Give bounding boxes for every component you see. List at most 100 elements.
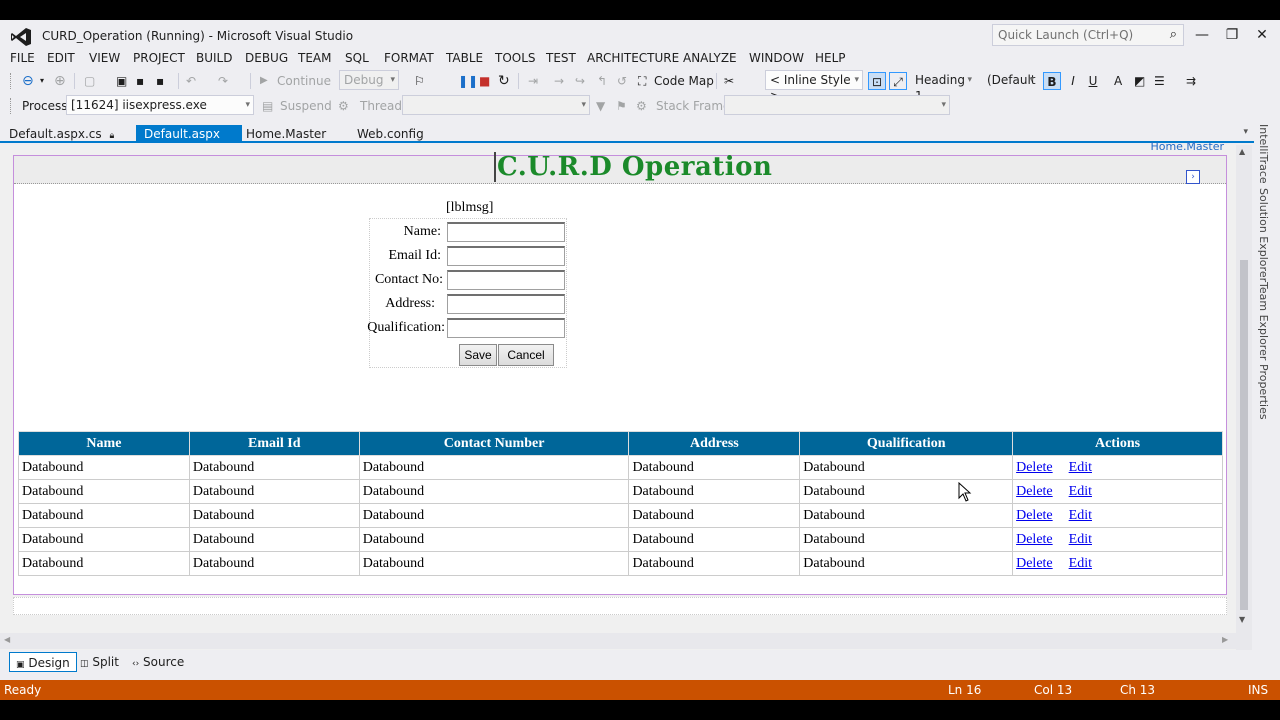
step-out-icon[interactable]: ↰ <box>597 72 607 90</box>
menu-format[interactable]: FORMAT <box>384 51 434 65</box>
block-format-select[interactable]: Heading 1 ▾ <box>910 70 976 103</box>
forward-icon[interactable]: ⊕ <box>54 72 66 90</box>
undo-icon[interactable]: ↶ <box>186 72 196 90</box>
edit-link[interactable]: Edit <box>1069 532 1092 547</box>
suspend-button[interactable]: Suspend <box>280 97 332 115</box>
tab-team-explorer[interactable]: Team Explorer <box>1257 282 1270 360</box>
edit-link[interactable]: Edit <box>1069 484 1092 499</box>
toolbar-grip[interactable] <box>10 98 13 114</box>
underline-button[interactable]: U <box>1086 72 1100 90</box>
scroll-up-icon[interactable]: ▲ <box>1239 147 1245 156</box>
code-map-icon[interactable]: ⛶ <box>638 72 646 90</box>
tabs-dropdown-icon[interactable]: ▾ <box>1243 127 1248 137</box>
target-rule-select[interactable]: < Inline Style > ▾ <box>765 70 863 103</box>
horizontal-scrollbar[interactable]: ◀ ▶ <box>0 633 1236 649</box>
tab-design[interactable]: ▣ Design <box>9 652 77 672</box>
step-into-icon[interactable]: → <box>554 72 564 90</box>
lifecycle-icon[interactable]: ▤ <box>262 97 273 115</box>
code-map-button[interactable]: Code Map <box>654 72 714 90</box>
refresh-icon[interactable]: ↺ <box>617 72 627 90</box>
italic-button[interactable]: I <box>1066 72 1080 90</box>
open-file-icon[interactable]: ▣ <box>116 72 127 90</box>
save-button[interactable]: Save <box>459 344 497 366</box>
indent-icon[interactable]: ⇉ <box>1186 72 1196 90</box>
tab-solution-explorer[interactable]: Solution Explorer <box>1257 188 1270 282</box>
menu-architecture[interactable]: ARCHITECTURE <box>587 51 679 65</box>
flag-icon[interactable]: ⚑ <box>616 97 627 115</box>
stop-debugging-icon[interactable]: ■ <box>479 72 490 90</box>
format-icon[interactable]: ✂ <box>724 72 734 90</box>
smart-tag-icon[interactable]: › <box>1186 170 1200 184</box>
delete-link[interactable]: Delete <box>1016 556 1053 571</box>
attach-style-sheet-icon[interactable]: ⤢ <box>889 72 907 90</box>
stack-frame-select[interactable]: ▾ <box>724 95 950 115</box>
restart-icon[interactable]: ↻ <box>498 72 510 90</box>
tab-home-master[interactable]: Home.Master <box>238 125 334 143</box>
tab-default-aspx-cs[interactable]: Default.aspx.cs 🔒︎ <box>1 125 122 143</box>
tab-split[interactable]: ◫ Split <box>74 652 125 672</box>
solution-config-select[interactable]: Debug ▾ <box>339 70 399 90</box>
font-color-icon[interactable]: A <box>1114 72 1122 90</box>
bold-button[interactable]: B <box>1043 72 1061 90</box>
filter-icon[interactable]: ▼ <box>596 97 605 115</box>
tab-web-config[interactable]: Web.config <box>349 125 432 143</box>
continue-button[interactable]: Continue <box>277 72 331 90</box>
quick-launch-input[interactable]: Quick Launch (Ctrl+Q) ⌕ <box>992 24 1184 46</box>
thread-select[interactable]: ▾ <box>402 95 590 115</box>
restore-button[interactable]: ❐ <box>1222 25 1242 45</box>
back-dropdown-icon[interactable]: ▾ <box>40 72 44 90</box>
menu-team[interactable]: TEAM <box>298 51 331 65</box>
name-input[interactable] <box>447 222 565 242</box>
menu-debug[interactable]: DEBUG <box>245 51 288 65</box>
tab-intellitrace[interactable]: IntelliTrace <box>1257 124 1270 184</box>
close-button[interactable]: ✕ <box>1252 25 1272 45</box>
scroll-right-icon[interactable]: ▶ <box>1222 635 1228 644</box>
show-next-statement-icon[interactable]: ⇥ <box>528 72 538 90</box>
edit-link[interactable]: Edit <box>1069 556 1092 571</box>
master-content-region[interactable]: Home.Master C.U.R.D Operation › [lblmsg]… <box>13 140 1227 595</box>
toolbar-grip[interactable] <box>10 73 13 89</box>
edit-link[interactable]: Edit <box>1069 460 1092 475</box>
delete-link[interactable]: Delete <box>1016 508 1053 523</box>
qualification-input[interactable] <box>447 318 565 338</box>
font-name-select[interactable]: (Default ▾ <box>982 70 1038 90</box>
menu-table[interactable]: TABLE <box>446 51 483 65</box>
menu-analyze[interactable]: ANALYZE <box>683 51 737 65</box>
delete-link[interactable]: Delete <box>1016 484 1053 499</box>
menu-project[interactable]: PROJECT <box>133 51 185 65</box>
break-all-icon[interactable]: ❚❚ <box>458 72 478 90</box>
menu-tools[interactable]: TOOLS <box>495 51 536 65</box>
delete-link[interactable]: Delete <box>1016 460 1053 475</box>
tab-source[interactable]: ‹› Source <box>126 652 190 672</box>
new-project-icon[interactable]: ▢ <box>84 72 95 90</box>
step-over-icon[interactable]: ↪ <box>575 72 585 90</box>
address-input[interactable] <box>447 294 565 314</box>
save-all-icon[interactable]: ▪ <box>156 72 164 90</box>
vertical-scroll-thumb[interactable] <box>1240 260 1248 610</box>
attach-icon[interactable]: ⚐ <box>414 72 425 90</box>
redo-icon[interactable]: ↷ <box>218 72 228 90</box>
menu-view[interactable]: VIEW <box>89 51 120 65</box>
menu-sql[interactable]: SQL <box>345 51 369 65</box>
tab-default-aspx[interactable]: Default.aspx ⊸ ✕ <box>136 125 242 157</box>
scroll-left-icon[interactable]: ◀ <box>4 635 10 644</box>
menu-test[interactable]: TEST <box>546 51 576 65</box>
edit-link[interactable]: Edit <box>1069 508 1092 523</box>
highlight-icon[interactable]: ◩ <box>1134 72 1145 90</box>
menu-window[interactable]: WINDOW <box>749 51 804 65</box>
master-page-link[interactable]: Home.Master <box>1150 140 1224 153</box>
back-icon[interactable]: ⊖ <box>22 72 34 90</box>
tab-properties[interactable]: Properties <box>1257 364 1270 420</box>
menu-file[interactable]: FILE <box>10 51 35 65</box>
menu-build[interactable]: BUILD <box>196 51 232 65</box>
apply-new-style-icon[interactable]: ⊡ <box>868 72 886 90</box>
menu-edit[interactable]: EDIT <box>47 51 75 65</box>
vertical-scrollbar[interactable]: ▲ ▼ <box>1236 145 1252 650</box>
menu-help[interactable]: HELP <box>815 51 846 65</box>
continue-icon[interactable]: ▶ <box>260 72 268 90</box>
process-select[interactable]: [11624] iisexpress.exe ▾ <box>66 95 254 115</box>
delete-link[interactable]: Delete <box>1016 532 1053 547</box>
save-icon[interactable]: ▪ <box>136 72 144 90</box>
contact-input[interactable] <box>447 270 565 290</box>
scroll-down-icon[interactable]: ▼ <box>1239 615 1245 624</box>
